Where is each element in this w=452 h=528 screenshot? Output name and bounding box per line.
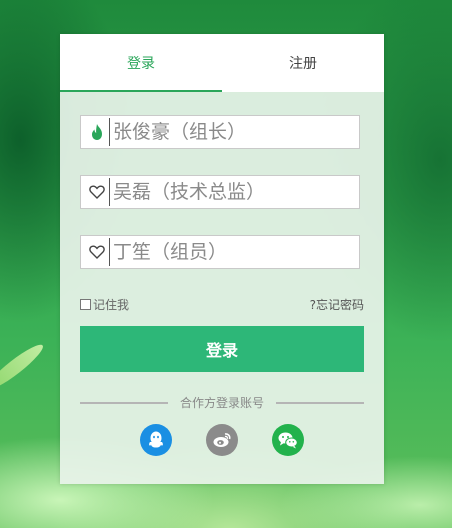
confirm-field [80, 235, 360, 269]
tab-register[interactable]: 注册 [222, 34, 384, 92]
tab-bar: 登录 注册 [60, 34, 384, 92]
partner-divider: 合作方登录账号 [80, 394, 365, 411]
divider-line-left [80, 401, 168, 404]
partner-login-label: 合作方登录账号 [180, 396, 265, 410]
login-button[interactable]: 登录 [80, 326, 364, 372]
tab-login-label: 登录 [127, 56, 155, 72]
heart-icon [87, 182, 107, 202]
flame-icon [87, 122, 107, 142]
username-field [80, 115, 360, 149]
tab-register-label: 注册 [289, 56, 317, 72]
divider-line-right [276, 401, 365, 404]
username-input[interactable] [109, 118, 355, 146]
remember-me-checkbox[interactable]: 记住我 [80, 296, 129, 313]
qq-icon[interactable] [140, 424, 172, 456]
wechat-icon[interactable] [272, 424, 304, 456]
weibo-icon[interactable] [206, 424, 238, 456]
heart-icon [87, 242, 107, 262]
remember-me-label: 记住我 [93, 298, 130, 312]
background-leaf [0, 339, 47, 395]
confirm-input[interactable] [109, 238, 355, 266]
tab-login[interactable]: 登录 [60, 34, 222, 92]
options-row: 记住我 ?忘记密码 [80, 296, 364, 313]
password-field [80, 175, 360, 209]
forgot-password-link[interactable]: ?忘记密码 [310, 296, 364, 313]
password-input[interactable] [109, 178, 355, 206]
checkbox-box[interactable] [80, 299, 91, 310]
login-panel: 登录 注册 记住我 [60, 34, 384, 484]
social-login-row [60, 424, 384, 456]
